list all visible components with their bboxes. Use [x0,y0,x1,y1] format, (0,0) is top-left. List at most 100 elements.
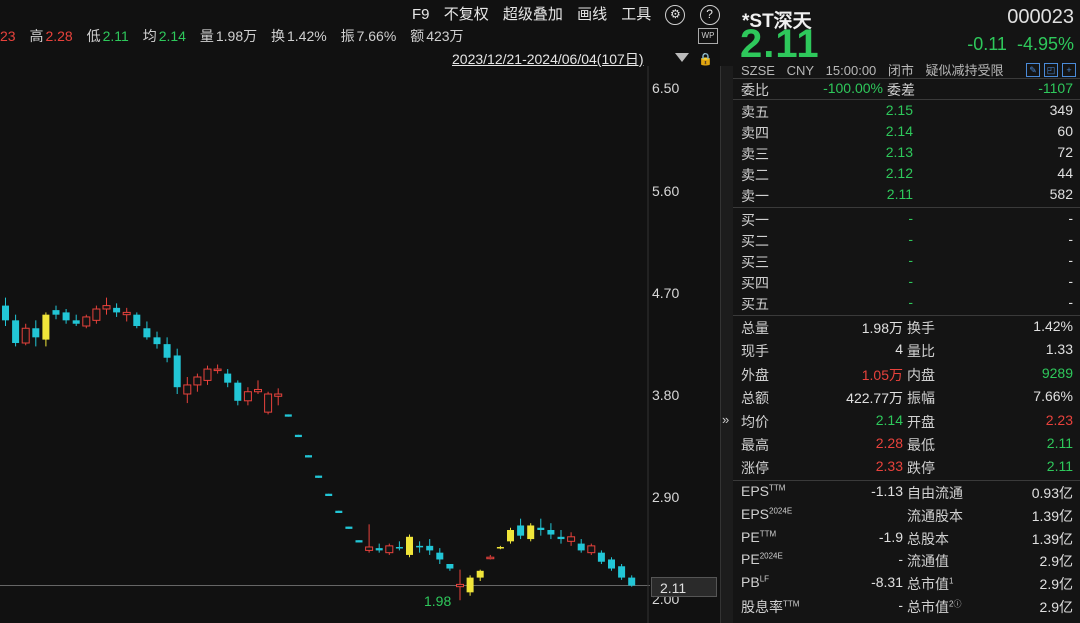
overlay-button[interactable]: 超级叠加 [503,6,563,23]
candle-body [153,337,161,345]
y-tick: 3.80 [652,387,680,403]
bid-row[interactable]: 买一 - - [741,210,1073,231]
help-icon[interactable]: ? [699,5,720,26]
candle [234,380,242,406]
avg-label: 均 [142,28,157,44]
candle [496,545,504,550]
candle [243,387,252,406]
draw-button[interactable]: 画线 [577,6,607,23]
exchange-label: SZSE [741,63,775,78]
candle [385,543,394,555]
stat-value: 7.66% [1033,388,1073,405]
lock-icon[interactable]: 🔒 [698,52,713,66]
level-volume: 60 [1057,123,1073,139]
gear-icon[interactable]: ⚙ [665,5,686,26]
candle-body [213,368,222,372]
candle [203,365,212,385]
candle [365,524,374,553]
candle-body [234,382,242,401]
level-label: 买五 [741,296,769,312]
candle-body [52,310,60,315]
candle-body [628,577,636,586]
candle-body [294,434,302,438]
expand-icon[interactable]: ◰ [1044,63,1058,77]
restriction-tag[interactable]: 疑似减持受限 [926,63,1004,78]
level-price: 2.11 [886,186,913,202]
tools-button[interactable]: 工具 [621,6,651,23]
panel-collapse-button[interactable]: » [720,66,733,623]
candle-body [2,305,9,321]
ask-row[interactable]: 卖二 2.12 44 [741,165,1073,186]
candle [345,526,353,529]
fund-value: - [898,551,903,568]
stat-label: 开盘 [907,413,935,430]
weicha-label: 委差 [887,82,915,98]
candle-body [42,314,50,340]
ask-row[interactable]: 卖一 2.11 582 [741,186,1073,207]
level-label: 买一 [741,212,769,228]
stats-row: 最高 2.28 最低 2.11 [741,435,1073,456]
candle [355,540,363,543]
stats-row: 均价 2.14 开盘 2.23 [741,412,1073,433]
candle-body [82,316,91,327]
candlestick-plot[interactable] [0,66,720,623]
fund-value: - [898,597,903,613]
level-volume: 582 [1049,186,1073,202]
weibi-row: 委比 -100.00% 委差 -1107 [741,80,1073,101]
ask-row[interactable]: 卖五 2.15 349 [741,102,1073,123]
level-label: 卖二 [741,167,769,183]
candle [2,297,9,326]
candle-body [305,455,312,458]
chevron-down-icon[interactable] [675,53,689,62]
level-volume: - [1068,231,1073,247]
candle-body [113,307,121,313]
level-label: 买三 [741,254,769,270]
candle [92,305,101,324]
stat-label: 内盘 [907,366,935,383]
fundamental-row: EPSTTM -1.13 自由流通 0.93亿 [741,483,1073,504]
fund-value: -1.13 [871,483,903,499]
level-label: 卖一 [741,188,769,204]
amplitude-label: 振 [340,28,355,44]
level-price: 2.14 [885,123,913,139]
add-icon[interactable]: + [1062,63,1076,77]
bid-row[interactable]: 买二 - - [741,231,1073,252]
candle-body [122,311,131,316]
candle-body [385,545,394,554]
quote-panel: *ST深天 000023 2.11 -0.11 -4.95% SZSE CNY … [733,0,1080,623]
stats-row: 总量 1.98万 换手 1.42% [741,318,1073,339]
candle [315,475,323,478]
level-volume: - [1068,252,1073,268]
candle-body [567,536,576,542]
divider [733,78,1080,79]
low-value: 2.11 [102,28,129,44]
candle [476,569,484,581]
f9-button[interactable]: F9 [412,6,430,23]
y-tick: 5.60 [652,183,680,199]
candle-body [335,510,343,513]
edit-icon[interactable]: ✎ [1026,63,1040,77]
wp-badge[interactable]: WP [698,28,718,44]
candle [517,518,525,540]
candle-body [446,564,454,569]
ask-row[interactable]: 卖四 2.14 60 [741,123,1073,144]
candle [628,575,636,587]
ask-row[interactable]: 卖三 2.13 72 [741,144,1073,165]
fund-label: PBLF [741,574,770,591]
candle [284,414,292,417]
low-label: 低 [86,28,101,44]
bid-row[interactable]: 买四 - - [741,273,1073,294]
candle-body [12,320,20,343]
bid-row[interactable]: 买三 - - [741,252,1073,273]
candle [547,523,555,540]
kline-chart-area[interactable]: 23 高 2.28 低 2.11 均 2.14 量 1.98万 换 1.42% 振 7.66… [0,0,739,623]
double-chevron-icon[interactable]: » [722,412,729,427]
adjust-button[interactable]: 不复权 [444,6,489,23]
fund-label: 总股本 [907,530,949,547]
candle-body [143,328,151,338]
stat-label: 换手 [907,320,935,336]
y-tick: 2.90 [652,489,680,505]
stat-label: 最高 [741,437,769,453]
bid-row[interactable]: 买五 - - [741,294,1073,315]
level-volume: - [1068,210,1073,226]
